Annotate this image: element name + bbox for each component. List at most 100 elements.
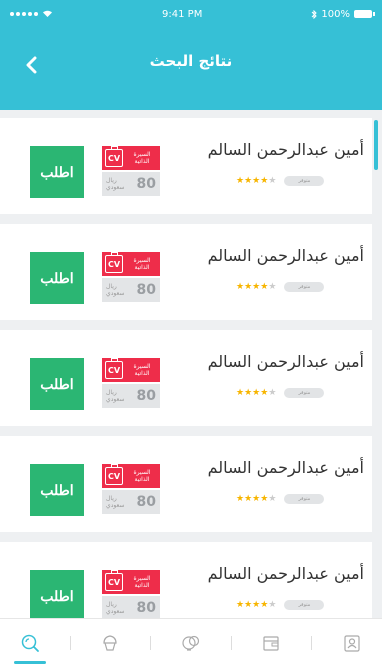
result-card[interactable]: اطلب CV السيرة الذاتية ريال سعودي 80 أمين عبد… (0, 436, 372, 532)
star-rating: ★★★★★ (236, 176, 276, 186)
price-currency: ريال سعودي (106, 495, 125, 509)
rating-row: ★★★★★ متوفر (236, 176, 325, 186)
order-button[interactable]: اطلب (30, 358, 84, 410)
cv-label: السيرة الذاتية (133, 363, 151, 377)
star-rating: ★★★★★ (236, 282, 276, 292)
tab-wallet[interactable] (251, 623, 291, 663)
star-icon: ★ (236, 282, 245, 292)
cv-icon: CV (105, 570, 123, 591)
profile-icon (344, 635, 360, 652)
page-title: نتائج البحث (149, 52, 233, 70)
status-badge: متوفر (284, 282, 325, 292)
result-card[interactable]: اطلب CV السيرة الذاتية ريال سعودي 80 أمين عبد… (0, 542, 372, 618)
star-icon: ★ (244, 600, 253, 610)
battery-indicator: 100% (311, 8, 375, 20)
cv-icon: CV (105, 464, 123, 485)
cv-button[interactable]: CV السيرة الذاتية (102, 146, 160, 170)
star-icon: ★ (268, 388, 277, 398)
header: نتائج البحث (0, 28, 382, 110)
star-icon: ★ (244, 388, 253, 398)
star-icon: ★ (236, 494, 245, 504)
bluetooth-icon (312, 9, 318, 19)
drinks-icon (182, 635, 200, 651)
star-icon: ★ (244, 494, 253, 504)
cv-button[interactable]: CV السيرة الذاتية (102, 358, 160, 382)
cv-button[interactable]: CV السيرة الذاتية (102, 570, 160, 594)
price-box: ريال سعودي 80 (102, 172, 160, 196)
star-icon: ★ (268, 494, 277, 504)
battery-percentage: 100% (321, 8, 350, 20)
status-badge: متوفر (284, 494, 325, 504)
price-currency: ريال سعودي (106, 389, 125, 403)
order-button[interactable]: اطلب (30, 570, 84, 618)
star-rating: ★★★★★ (236, 388, 276, 398)
star-icon: ★ (236, 388, 245, 398)
cv-icon: CV (105, 146, 123, 167)
provider-name: أمين عبدالرحمن السالم (207, 564, 364, 583)
price-value: 80 (136, 494, 156, 510)
tab-search[interactable] (10, 623, 50, 664)
tab-divider (230, 636, 232, 650)
tab-divider (311, 636, 313, 650)
rating-row: ★★★★★ متوفر (236, 600, 325, 610)
tab-divider (69, 636, 71, 650)
rating-row: ★★★★★ متوفر (236, 388, 325, 398)
price-value: 80 (136, 282, 156, 298)
price-value: 80 (136, 176, 156, 192)
cv-label: السيرة الذاتية (133, 575, 151, 589)
star-icon: ★ (268, 600, 277, 610)
rating-row: ★★★★★ متوفر (236, 282, 325, 292)
price-value: 80 (136, 600, 156, 616)
price-currency: ريال سعودي (106, 177, 125, 191)
price-box: ريال سعودي 80 (102, 490, 160, 514)
tab-divider (150, 636, 152, 650)
cv-label: السيرة الذاتية (133, 469, 151, 483)
tab-bar (0, 618, 382, 667)
result-card[interactable]: اطلب CV السيرة الذاتية ريال سعودي 80 أمين عبد… (0, 118, 372, 214)
status-bar: 9:41 PM 100% (0, 0, 382, 28)
price-value: 80 (136, 388, 156, 404)
cv-icon: CV (105, 358, 123, 379)
rating-row: ★★★★★ متوفر (236, 494, 325, 504)
cv-button[interactable]: CV السيرة الذاتية (102, 252, 160, 276)
tab-drinks[interactable] (171, 623, 211, 663)
cv-label: السيرة الذاتية (133, 151, 151, 165)
signal-icon (10, 12, 38, 16)
status-time: 9:41 PM (162, 8, 203, 20)
status-badge: متوفر (284, 388, 325, 398)
star-rating: ★★★★★ (236, 600, 276, 610)
tab-sweets[interactable] (90, 623, 130, 663)
result-card[interactable]: اطلب CV السيرة الذاتية ريال سعودي 80 أمين عبد… (0, 330, 372, 426)
result-card[interactable]: اطلب CV السيرة الذاتية ريال سعودي 80 أمين عبد… (0, 224, 372, 320)
order-button[interactable]: اطلب (30, 146, 84, 198)
status-badge: متوفر (284, 176, 325, 186)
star-icon: ★ (268, 282, 277, 292)
star-icon: ★ (236, 600, 245, 610)
cupcake-icon (103, 635, 118, 651)
star-icon: ★ (236, 176, 245, 186)
star-icon: ★ (268, 176, 277, 186)
tab-profile[interactable] (332, 623, 372, 663)
order-button[interactable]: اطلب (30, 464, 84, 516)
scrollbar[interactable] (374, 120, 378, 170)
order-button[interactable]: اطلب (30, 252, 84, 304)
signal-indicator (10, 10, 53, 18)
star-icon: ★ (244, 176, 253, 186)
results-list: اطلب CV السيرة الذاتية ريال سعودي 80 أمين عبد… (0, 118, 382, 618)
price-currency: ريال سعودي (106, 283, 125, 297)
provider-name: أمين عبدالرحمن السالم (207, 458, 364, 477)
star-icon: ★ (244, 282, 253, 292)
price-box: ريال سعودي 80 (102, 278, 160, 302)
price-currency: ريال سعودي (106, 601, 125, 615)
cv-icon: CV (105, 252, 123, 273)
provider-name: أمين عبدالرحمن السالم (207, 352, 364, 371)
search-icon (21, 634, 39, 652)
price-box: ريال سعودي 80 (102, 596, 160, 618)
cv-button[interactable]: CV السيرة الذاتية (102, 464, 160, 488)
price-box: ريال سعودي 80 (102, 384, 160, 408)
provider-name: أمين عبدالرحمن السالم (207, 140, 364, 159)
status-badge: متوفر (284, 600, 325, 610)
provider-name: أمين عبدالرحمن السالم (207, 246, 364, 265)
cv-label: السيرة الذاتية (133, 257, 151, 271)
wifi-icon (43, 10, 52, 17)
